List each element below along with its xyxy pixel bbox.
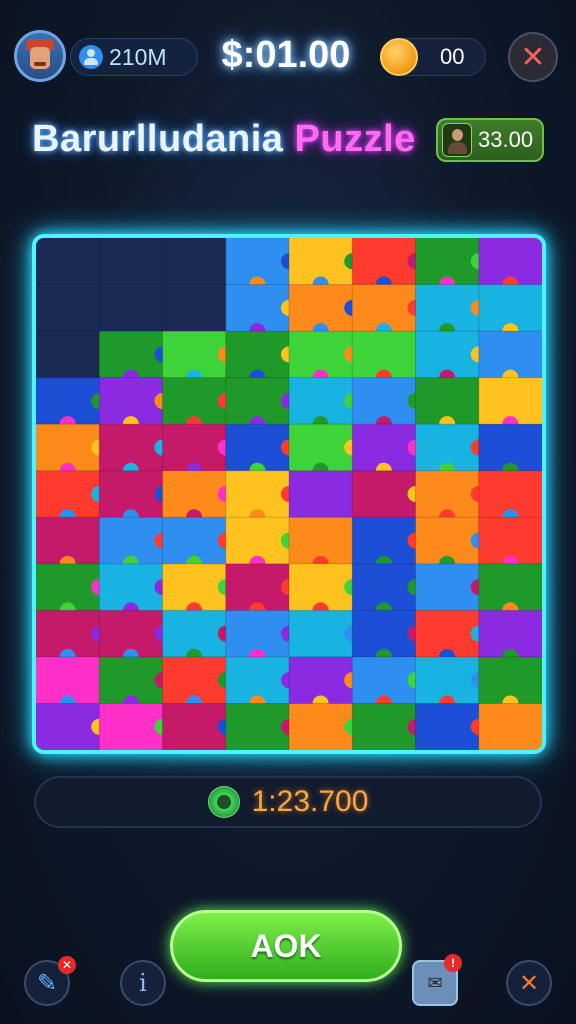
ok-label: AOK — [250, 927, 322, 964]
avatar-mouth — [34, 62, 46, 66]
ring-coin-icon — [207, 786, 240, 818]
tools-icon: ✕ — [518, 969, 540, 997]
coin-icon — [380, 38, 418, 76]
puzzle-piece[interactable] — [289, 703, 353, 750]
info-icon: i — [139, 969, 147, 997]
player-avatar[interactable] — [14, 30, 66, 82]
ok-button[interactable]: AOK — [170, 910, 402, 982]
title-part-1: Barurlludania — [32, 118, 284, 160]
character-icon — [442, 123, 472, 157]
brush-alert-badge: ✕ — [58, 956, 76, 974]
puzzle-title: Barurlludania Puzzle — [32, 118, 416, 161]
puzzle-pieces[interactable] — [36, 238, 542, 750]
puzzle-piece[interactable] — [415, 703, 480, 750]
chest-button[interactable]: ✉ ! — [412, 954, 462, 1006]
puzzle-piece[interactable] — [99, 703, 163, 750]
puzzle-piece — [99, 284, 163, 332]
title-part-2: Puzzle — [294, 118, 416, 160]
close-button[interactable]: ✕ — [508, 32, 558, 82]
coin-count: 00 — [440, 44, 465, 69]
puzzle-piece — [36, 238, 100, 286]
close-icon: ✕ — [520, 40, 546, 74]
users-count: 210M — [109, 43, 167, 70]
tools-button[interactable]: ✕ — [506, 960, 552, 1006]
puzzle-board[interactable] — [32, 234, 546, 754]
score-bar: 1:23.700 — [34, 776, 542, 828]
badge-value: 33.00 — [478, 127, 534, 152]
game-timer: $:01.00 — [221, 34, 351, 76]
puzzle-piece[interactable] — [225, 703, 290, 750]
puzzle-piece[interactable] — [352, 703, 416, 750]
puzzle-piece[interactable] — [478, 703, 542, 750]
info-button[interactable]: i — [120, 960, 166, 1006]
brush-button[interactable]: ✎ ✕ — [24, 956, 76, 1006]
puzzle-piece[interactable] — [36, 703, 100, 750]
puzzle-piece[interactable] — [162, 703, 227, 750]
puzzle-piece — [36, 284, 100, 332]
score-value: 1:23.700 — [251, 785, 369, 818]
user-icon — [79, 45, 103, 69]
reward-badge[interactable]: 33.00 — [436, 118, 544, 162]
puzzle-piece — [99, 238, 163, 286]
brush-icon: ✎ — [36, 969, 58, 997]
online-users-pill: 210M — [70, 38, 198, 76]
puzzle-piece — [36, 331, 100, 379]
puzzle-piece — [162, 238, 227, 286]
chest-icon: ✉ — [427, 972, 443, 993]
chest-alert-badge: ! — [444, 954, 462, 972]
puzzle-piece — [162, 284, 227, 332]
